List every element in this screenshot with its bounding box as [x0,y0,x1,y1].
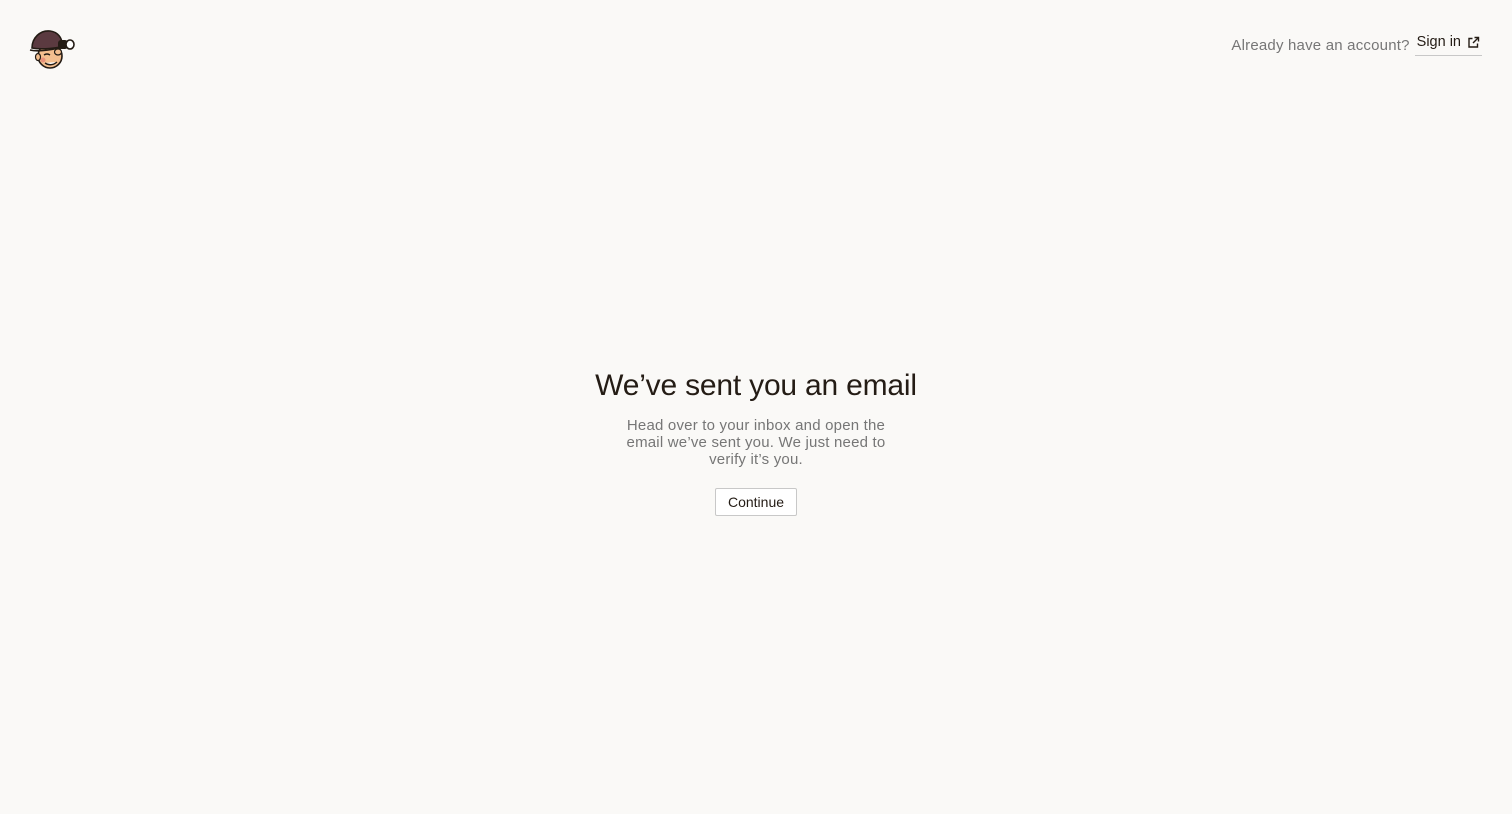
page-title: We’ve sent you an email [595,369,917,402]
continue-button[interactable]: Continue [714,488,798,516]
page: Already have an account? Sign in We’ve s… [0,0,1512,814]
sign-in-link[interactable]: Sign in [1414,34,1482,56]
instructions-text: Head over to your inbox and open the ema… [626,417,886,468]
external-link-icon [1468,36,1480,48]
mailchimp-freddie-logo-icon[interactable] [28,28,76,72]
sign-in-label: Sign in [1416,34,1461,50]
email-sent-panel: We’ve sent you an email Head over to you… [0,366,1512,516]
already-have-account-text: Already have an account? [1231,36,1410,54]
header-signin-prompt: Already have an account? Sign in [1231,34,1482,56]
